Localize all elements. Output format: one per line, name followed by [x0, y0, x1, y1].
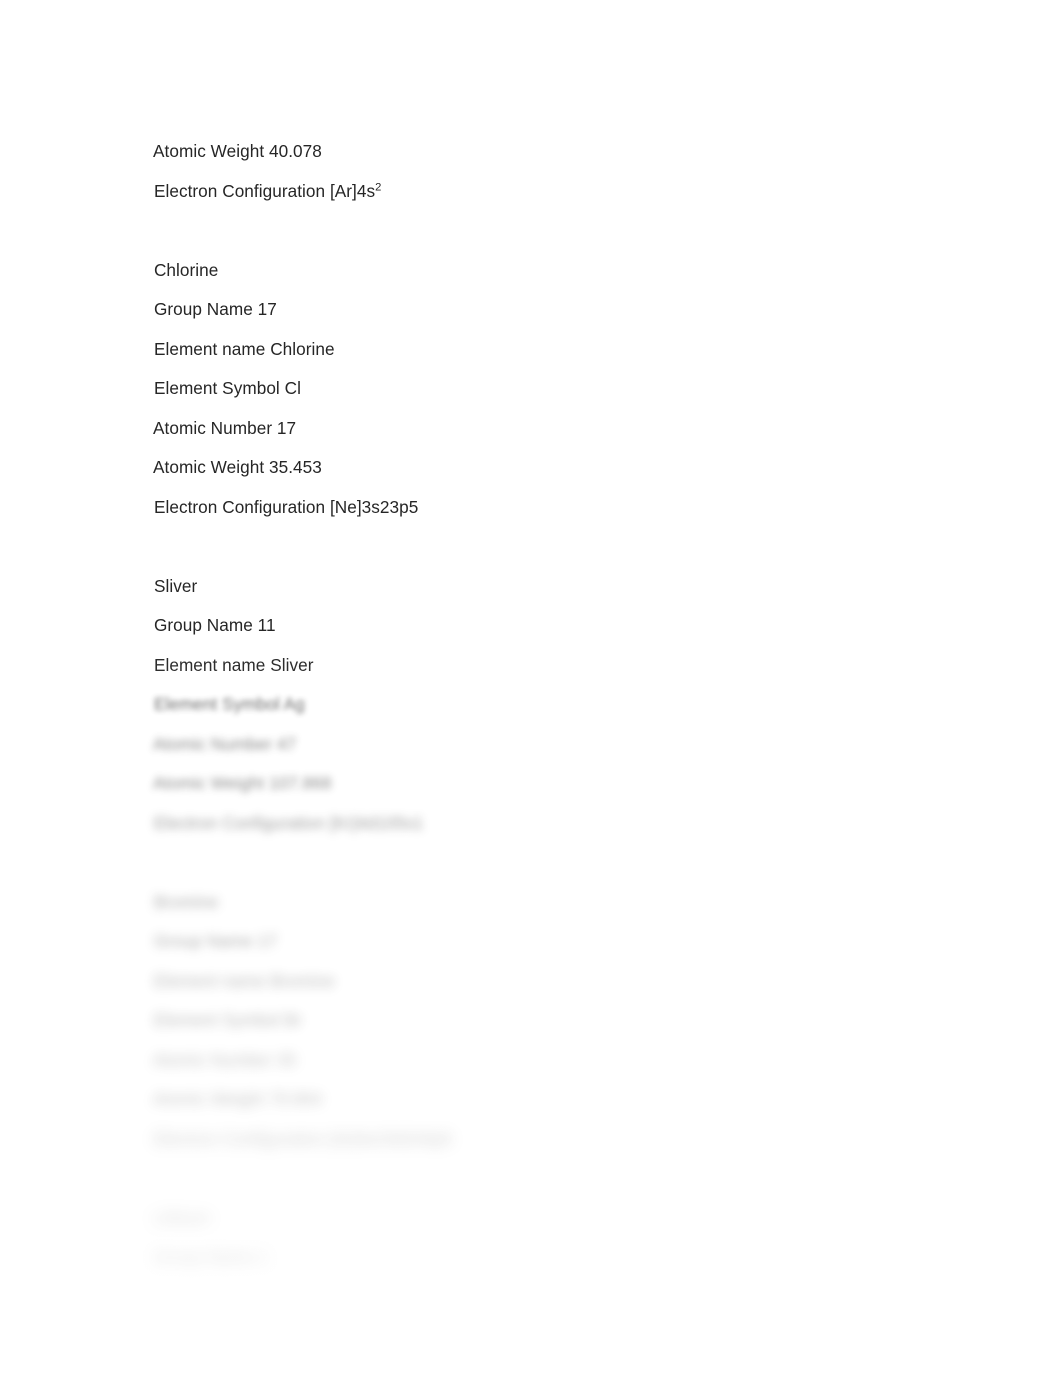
paragraph-text: Electron Configuration [Ne]3s23p5	[153, 496, 419, 517]
section-heading-lithium: Lithium	[125, 1185, 945, 1228]
paragraph-text: Electron Configuration [Ar]4s	[153, 180, 376, 201]
paragraph-group-name: Group Name 11	[125, 592, 945, 635]
paragraph-text: Group Name 1	[153, 1247, 268, 1267]
paragraph-spacer	[125, 1145, 945, 1167]
paragraph-group-name: Group Name 17	[125, 276, 945, 319]
paragraph-group-name: Group Name 17	[125, 908, 945, 951]
paragraph-atomic-weight: Atomic Weight 40.078	[125, 118, 945, 161]
superscript-2: 2	[375, 180, 382, 193]
document-page: Atomic Weight 40.078 Electron Configurat…	[0, 0, 1062, 1376]
paragraph-text: Element Symbol Cl	[153, 378, 301, 398]
paragraph-spacer	[125, 829, 945, 851]
section-heading-bromine: Bromine	[125, 869, 945, 912]
paragraph-text: Atomic Weight 35.453	[153, 457, 322, 477]
paragraph-element-name: Element name Bromine	[125, 948, 945, 991]
paragraph-text: Atomic Number 17	[153, 417, 297, 438]
paragraph-electron-configuration: Electron Configuration [Ar]4s23d104p5	[125, 1106, 945, 1149]
paragraph-text: Group Name 11	[153, 615, 276, 635]
paragraph-element-symbol: Element Symbol Ag	[125, 671, 945, 714]
paragraph-electron-configuration: Electron Configuration [Kr]4d105s1	[125, 790, 945, 833]
paragraph-group-name: Group Name 1	[125, 1224, 945, 1267]
paragraph-text: Atomic Weight 40.078	[153, 141, 322, 161]
paragraph-atomic-weight: Atomic Weight 107.868	[125, 750, 945, 793]
paragraph-atomic-number: Atomic Number 47	[125, 711, 945, 754]
paragraph-text: Group Name 17	[153, 299, 277, 319]
section-heading-sliver: Sliver	[125, 553, 945, 596]
section-heading-chlorine: Chlorine	[125, 237, 945, 280]
paragraph-atomic-number: Atomic Number 35	[125, 1027, 945, 1070]
paragraph-text: Chlorine	[153, 259, 219, 280]
paragraph-element-symbol: Element Symbol Br	[125, 987, 945, 1030]
paragraph-text: Element name Chlorine	[153, 338, 335, 359]
document-text-body[interactable]: Atomic Weight 40.078 Electron Configurat…	[125, 118, 945, 1267]
paragraph-atomic-weight: Atomic Weight 79.904	[125, 1066, 945, 1109]
paragraph-text: Sliver	[153, 575, 198, 596]
